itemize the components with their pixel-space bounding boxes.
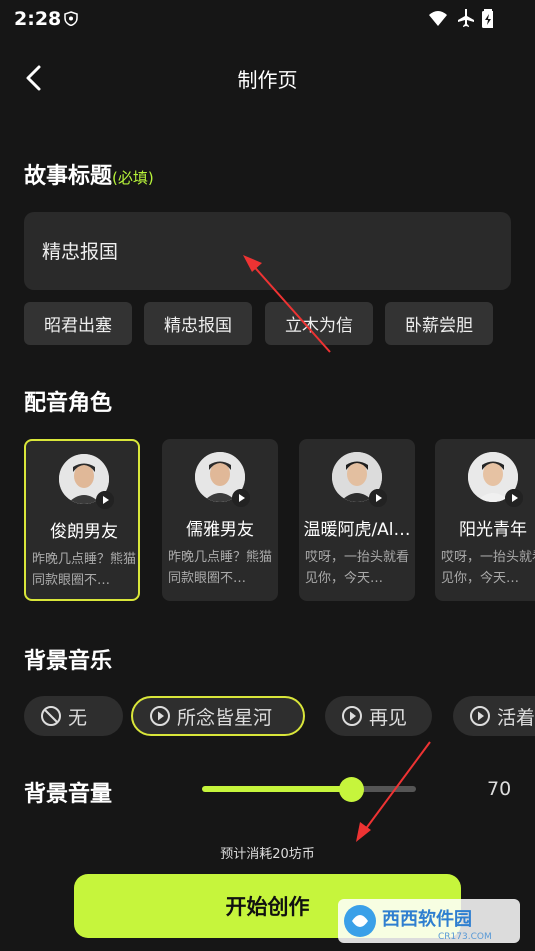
voice-role-heading: 配音角色 xyxy=(24,391,113,416)
story-title-input[interactable]: 精忠报国 xyxy=(24,212,511,290)
story-title-heading: 故事标题(必填) xyxy=(24,158,154,190)
wifi-icon xyxy=(429,11,447,26)
play-icon xyxy=(505,489,523,507)
music-option-label: 活着 xyxy=(497,706,535,729)
voice-desc: 哎呀，一抬头就看见你，今天… xyxy=(441,550,535,586)
title-suggestion-chip[interactable]: 立木为信 xyxy=(265,302,373,345)
voice-desc: 昨晚几点睡？熊猫同款眼圈不… xyxy=(32,552,137,588)
volume-value: 70 xyxy=(487,778,512,800)
voice-name: 俊朗男友 xyxy=(50,522,118,542)
voice-card[interactable]: 俊朗男友 昨晚几点睡？熊猫同款眼圈不… xyxy=(24,439,140,601)
voice-name: 温暖阿虎/Al… xyxy=(303,520,411,540)
bg-volume-heading: 背景音量 xyxy=(24,782,113,807)
play-icon xyxy=(369,489,387,507)
page-title: 制作页 xyxy=(237,68,298,92)
status-icons xyxy=(429,9,493,28)
music-option[interactable]: 活着 xyxy=(453,696,535,736)
ban-icon xyxy=(41,706,61,726)
music-option-label: 再见 xyxy=(369,706,408,729)
airplane-icon xyxy=(458,9,474,27)
status-time: 2:28 xyxy=(14,8,62,30)
bg-music-heading: 背景音乐 xyxy=(24,649,113,674)
voice-card[interactable]: 阳光青年 哎呀，一抬头就看见你，今天… xyxy=(435,439,535,601)
story-title-value: 精忠报国 xyxy=(42,241,119,263)
watermark-subtext: CR173.COM xyxy=(438,932,492,942)
title-suggestion-chip[interactable]: 精忠报国 xyxy=(144,302,252,345)
voice-name: 阳光青年 xyxy=(459,520,527,540)
annotation-arrow-icon xyxy=(356,741,431,842)
music-option-label: 无 xyxy=(68,706,88,729)
volume-slider-fill[interactable] xyxy=(202,786,352,792)
required-note: (必填) xyxy=(112,169,154,187)
watermark-text: 西西软件园 xyxy=(382,908,472,930)
battery-icon xyxy=(482,9,493,28)
play-icon xyxy=(232,489,250,507)
music-option[interactable]: 所念皆星河 xyxy=(131,696,305,736)
shield-icon xyxy=(64,11,78,26)
music-option[interactable]: 再见 xyxy=(325,696,432,736)
play-icon xyxy=(96,491,114,509)
music-option-label: 所念皆星河 xyxy=(177,706,273,729)
voice-card[interactable]: 儒雅男友 昨晚几点睡？熊猫同款眼圈不… xyxy=(162,439,278,601)
play-icon xyxy=(342,706,362,726)
voice-desc: 哎呀，一抬头就看见你，今天… xyxy=(305,550,410,586)
voice-card[interactable]: 温暖阿虎/Al… 哎呀，一抬头就看见你，今天… xyxy=(299,439,415,601)
play-icon xyxy=(470,706,490,726)
volume-slider-thumb[interactable] xyxy=(339,777,364,802)
voice-desc: 昨晚几点睡？熊猫同款眼圈不… xyxy=(168,550,273,586)
title-suggestion-chip[interactable]: 昭君出塞 xyxy=(24,302,132,345)
voice-name: 儒雅男友 xyxy=(186,520,254,540)
title-suggestion-chip[interactable]: 卧薪尝胆 xyxy=(385,302,493,345)
watermark-logo: 西西软件园 CR173.COM xyxy=(338,899,520,943)
story-title-label: 故事标题 xyxy=(24,164,113,189)
music-option-none[interactable]: 无 xyxy=(24,696,123,736)
play-icon xyxy=(150,706,170,726)
cost-estimate: 预计消耗20坊币 xyxy=(220,847,315,862)
